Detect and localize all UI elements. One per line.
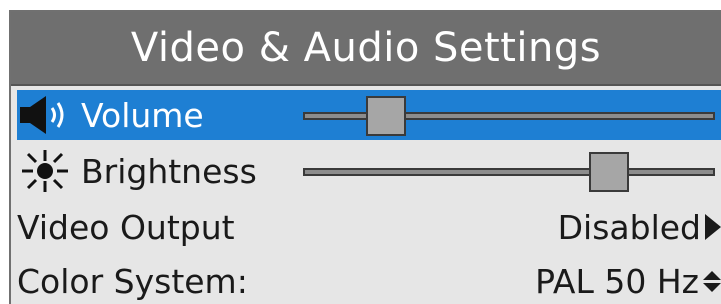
brightness-label: Brightness: [81, 151, 257, 191]
color-system-value-text: PAL 50 Hz: [535, 261, 699, 301]
settings-panel: Video & Audio Settings Volume Brightness…: [9, 10, 721, 304]
up-down-arrows-icon[interactable]: [703, 270, 721, 292]
video-output-value-text: Disabled: [557, 207, 701, 247]
sun-icon: [17, 148, 81, 194]
page-title: Video & Audio Settings: [130, 25, 602, 71]
brightness-slider-thumb[interactable]: [589, 152, 630, 192]
video-output-label: Video Output: [17, 207, 235, 247]
video-output-row[interactable]: Video Output Disabled: [17, 202, 721, 252]
brightness-slider[interactable]: [303, 168, 715, 176]
color-system-row[interactable]: Color System: PAL 50 Hz: [17, 256, 721, 304]
volume-slider-thumb[interactable]: [366, 96, 407, 136]
video-output-value[interactable]: Disabled: [558, 208, 721, 247]
speaker-icon: [17, 92, 81, 138]
color-system-label: Color System:: [17, 261, 248, 301]
right-arrow-icon[interactable]: [705, 214, 721, 240]
volume-slider[interactable]: [303, 112, 715, 120]
volume-label: Volume: [81, 95, 204, 135]
color-system-value[interactable]: PAL 50 Hz: [535, 262, 721, 301]
title-bar: Video & Audio Settings: [11, 12, 721, 86]
